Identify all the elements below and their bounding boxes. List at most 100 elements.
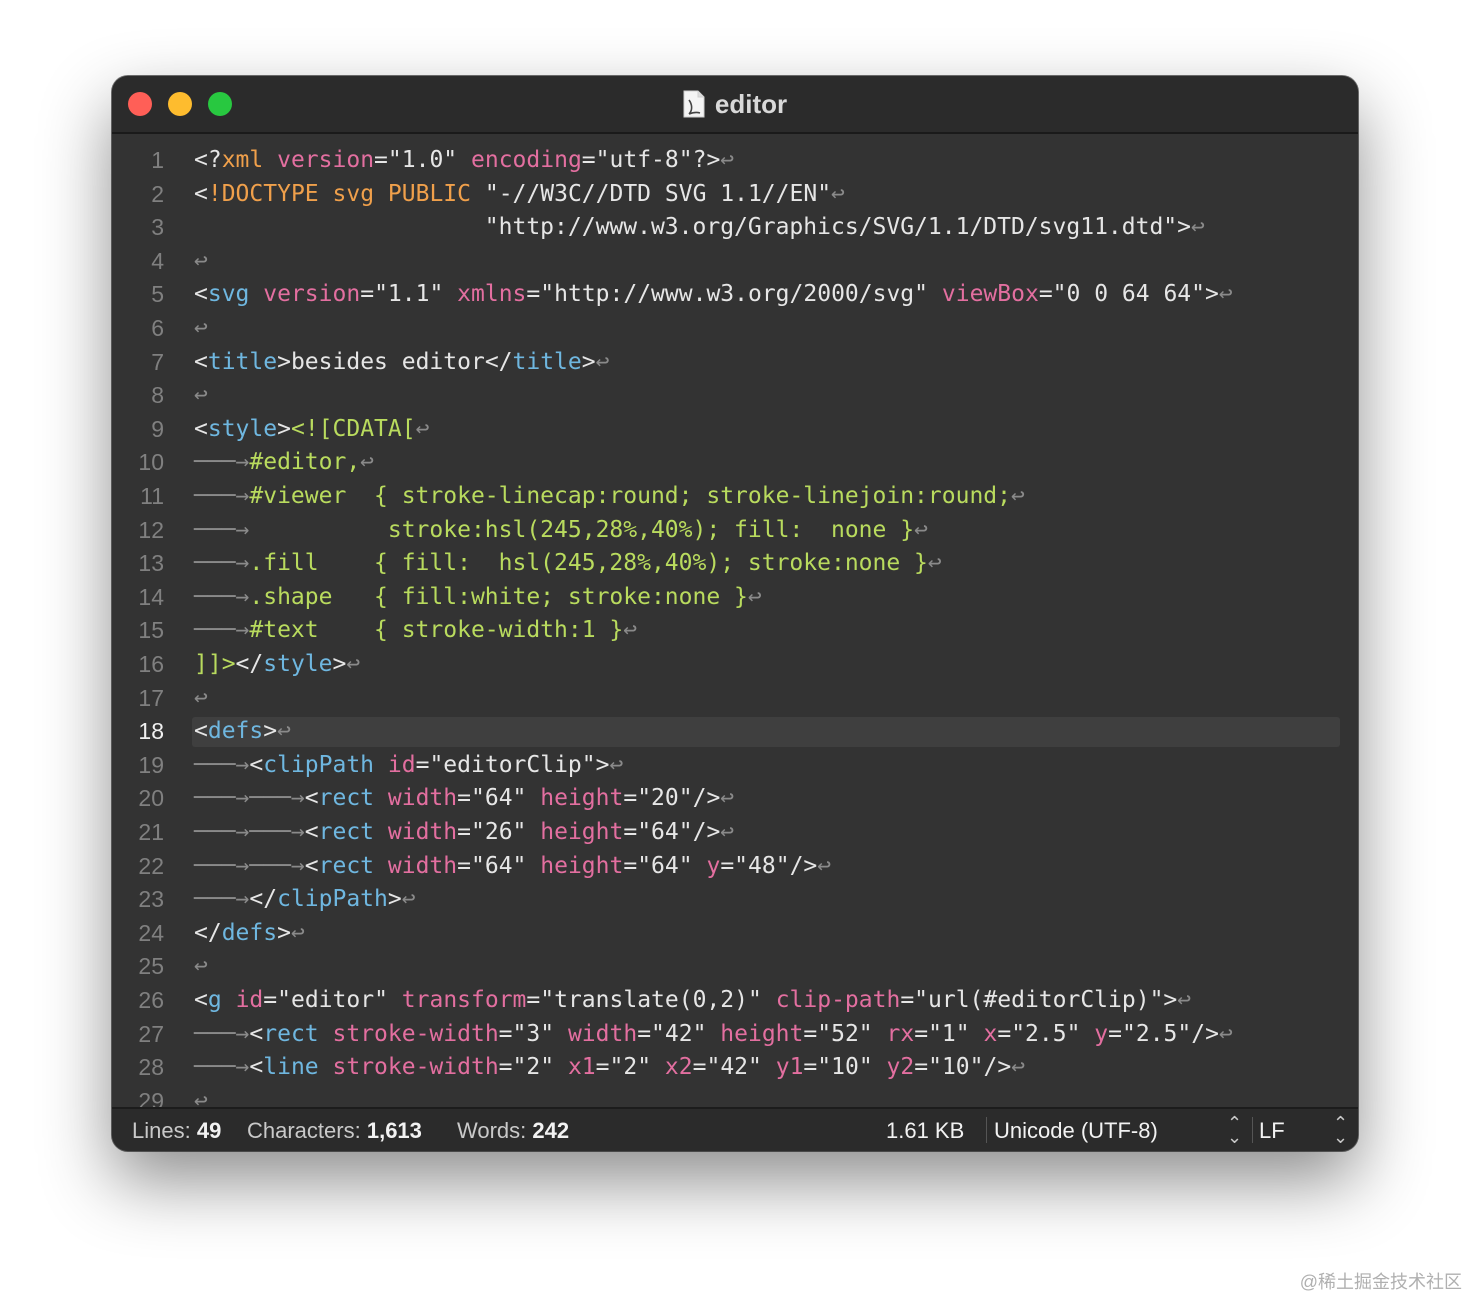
code-line[interactable]: 3 "http://www.w3.org/Graphics/SVG/1.1/DT… (112, 211, 1358, 245)
line-number: 7 (151, 348, 164, 375)
code-line[interactable]: 4 ↩ (112, 245, 1358, 279)
code-text: ↩ (194, 379, 208, 413)
code-token: .fill { fill: hsl(245,28%,40%); stroke:n… (249, 550, 928, 577)
invisible-char: ───→ (194, 886, 250, 913)
code-line[interactable]: 20 ───→───→<rect width="64" height="20"/>… (112, 782, 1358, 816)
line-number: 18 (138, 718, 164, 745)
code-line[interactable]: 22 ───→───→<rect width="64" height="64" y… (112, 850, 1358, 884)
code-text: ↩ (194, 682, 208, 716)
line-ending-chevron-updown-icon[interactable]: ⌃ ⌄ (1333, 1114, 1348, 1146)
code-line[interactable]: 2 <!DOCTYPE svg PUBLIC "-//W3C//DTD SVG 1… (112, 178, 1358, 212)
code-token: = (637, 1020, 652, 1047)
code-token: = (1038, 281, 1053, 308)
invisible-char: ───→ (194, 483, 250, 509)
code-token: style (263, 651, 333, 677)
line-ending-select[interactable]: LF (1259, 1118, 1285, 1144)
code-token: "utf-8" (595, 147, 693, 173)
line-number: 8 (151, 382, 164, 409)
code-line[interactable]: 6 ↩ (112, 312, 1358, 346)
code-line[interactable]: 21 ───→───→<rect width="26" height="64"/>… (112, 816, 1358, 850)
code-line[interactable]: 11 ───→#viewer { stroke-linecap:round; st… (112, 480, 1358, 514)
invisible-char: ↩ (927, 550, 942, 577)
code-token: ?> (692, 147, 721, 173)
code-text: ───→───→<rect width="64" height="20"/>↩ (194, 782, 734, 816)
code-token: height (540, 785, 624, 812)
invisible-char: ───→ (194, 617, 250, 644)
code-line[interactable]: 12 ───→ stroke:hsl(245,28%,40%); fill: no… (112, 514, 1358, 548)
code-token: > (277, 415, 291, 442)
code-token: x1 (567, 1054, 596, 1081)
line-number: 29 (138, 1087, 164, 1108)
invisible-char: ↩ (290, 919, 305, 946)
code-token: xml (221, 147, 264, 173)
code-text: ───→───→<rect width="64" height="64" y="… (194, 850, 831, 884)
code-editor[interactable]: 1 <?xml version="1.0" encoding="utf-8"?>↩… (112, 134, 1358, 1108)
code-token: stroke-width (332, 1054, 499, 1081)
code-token: "1" (928, 1020, 970, 1047)
code-line[interactable]: 1 <?xml version="1.0" encoding="utf-8"?>↩ (112, 144, 1358, 178)
encoding-chevron-updown-icon[interactable]: ⌃ ⌄ (1227, 1114, 1242, 1146)
invisible-char: ↩ (1011, 1054, 1026, 1081)
code-token: = (720, 852, 735, 879)
invisible-char: ───→ (194, 449, 250, 476)
code-token: transform (401, 987, 527, 1013)
code-token: version (277, 147, 375, 173)
invisible-char: ↩ (1218, 281, 1233, 308)
code-token: #viewer { stroke-linecap:round; stroke-l… (249, 483, 1011, 509)
code-token: /> (789, 852, 818, 879)
word-count: Words: 242 (457, 1118, 570, 1143)
line-number: 2 (151, 180, 164, 207)
code-line[interactable]: 25 ↩ (112, 950, 1358, 984)
code-token: > (1177, 214, 1192, 241)
code-line[interactable]: 28 ───→<line stroke-width="2" x1="2" x2="… (112, 1051, 1358, 1085)
code-line[interactable]: 23 ───→</clipPath>↩ (112, 883, 1358, 917)
code-line[interactable]: 9 <style><![CDATA[↩ (112, 413, 1358, 447)
invisible-char: ↩ (1177, 987, 1192, 1013)
code-text: ───→ stroke:hsl(245,28%,40%); fill: none… (194, 514, 928, 548)
code-line[interactable]: 5 <svg version="1.1" xmlns="http://www.w3… (112, 278, 1358, 312)
code-token: = (526, 987, 541, 1013)
code-token: = (263, 987, 278, 1013)
code-token: = (997, 1020, 1012, 1047)
invisible-char: ↩ (817, 852, 832, 879)
code-token: = (803, 1054, 818, 1081)
code-line[interactable]: 26 <g id="editor" transform="translate(0,… (112, 984, 1358, 1018)
code-line[interactable]: 15 ───→#text { stroke-width:1 }↩ (112, 614, 1358, 648)
line-number: 14 (138, 583, 164, 610)
code-line[interactable]: 19 ───→<clipPath id="editorClip">↩ (112, 749, 1358, 783)
code-line[interactable]: 29 ↩ (112, 1085, 1358, 1108)
code-line[interactable]: 8 ↩ (112, 379, 1358, 413)
code-text: ───→<clipPath id="editorClip">↩ (194, 749, 623, 783)
code-token: < (304, 852, 319, 879)
code-text: ───→<rect stroke-width="3" width="42" he… (194, 1018, 1233, 1052)
invisible-char: ↩ (1011, 483, 1025, 509)
code-token: </ (194, 919, 222, 946)
code-token: = (692, 1054, 707, 1081)
encoding-select[interactable]: Unicode (UTF-8) (994, 1118, 1158, 1144)
invisible-char: ───→ (194, 516, 250, 543)
code-line[interactable]: 16]]></style>↩ (112, 648, 1358, 682)
code-line[interactable]: 10 ───→#editor,↩ (112, 446, 1358, 480)
code-text: ───→#text { stroke-width:1 }↩ (194, 614, 637, 648)
invisible-char: ───→ (194, 751, 250, 778)
code-token: !DOCTYPE (207, 180, 319, 207)
code-line[interactable]: 17 ↩ (112, 682, 1358, 716)
code-line[interactable]: 27 ───→<rect stroke-width="3" width="42" … (112, 1018, 1358, 1052)
code-line[interactable]: 7 <title>besides editor</title>↩ (112, 346, 1358, 380)
code-line[interactable]: 18 <defs>↩ (112, 715, 1358, 749)
code-line[interactable]: 24 </defs>↩ (112, 917, 1358, 951)
code-token: .shape { fill:white; stroke:none } (249, 583, 748, 610)
invisible-char: ───→───→ (194, 852, 305, 879)
code-token: #editor, (249, 449, 361, 476)
code-token: <![CDATA[ (290, 415, 416, 442)
code-line[interactable]: 13 ───→.fill { fill: hsl(245,28%,40%); st… (112, 547, 1358, 581)
code-token: > (1163, 987, 1178, 1013)
invisible-char: ───→ (194, 550, 250, 577)
code-line[interactable]: 14 ───→.shape { fill:white; stroke:none }… (112, 581, 1358, 615)
